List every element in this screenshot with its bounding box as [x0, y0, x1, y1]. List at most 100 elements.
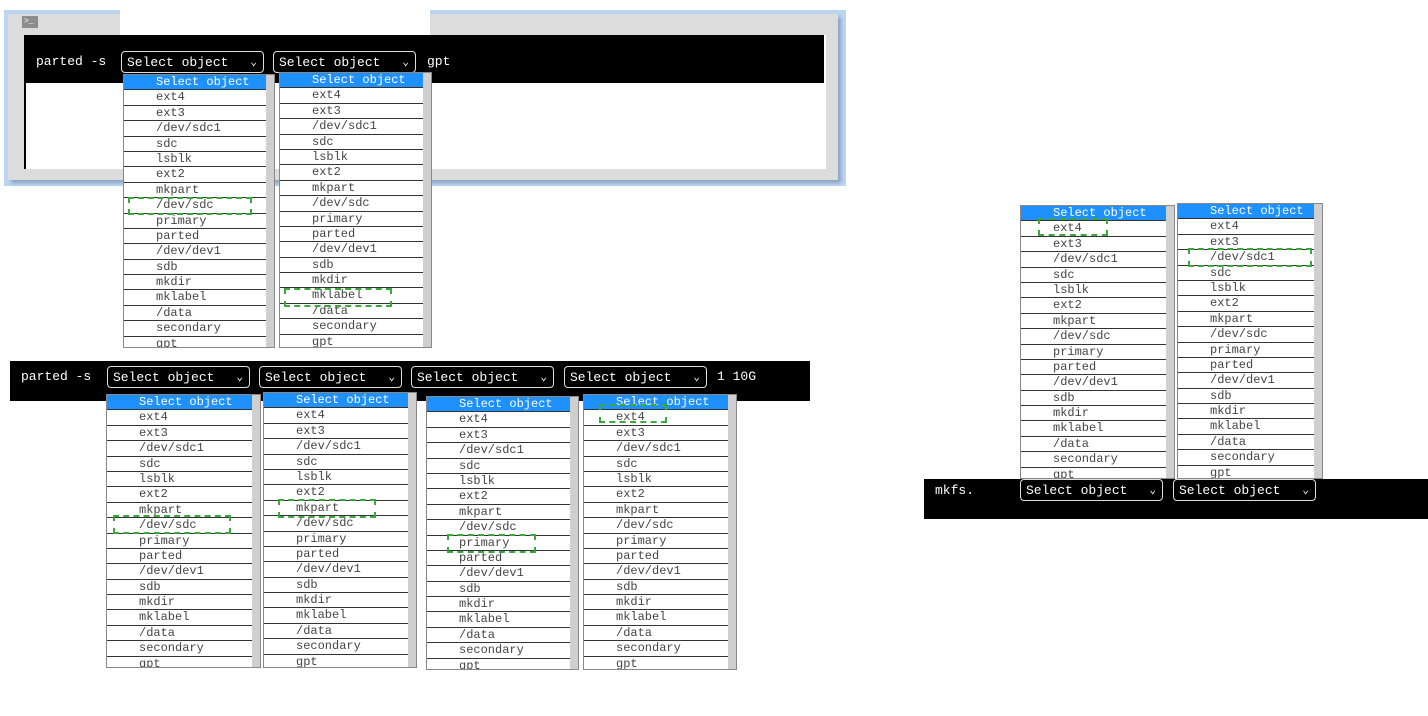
dropdown-option[interactable]: mkdir [427, 597, 578, 613]
dropdown-option[interactable]: /dev/sdc1 [1178, 250, 1322, 266]
dropdown-option[interactable]: mklabel [584, 610, 736, 626]
dropdown-option[interactable]: /dev/dev1 [427, 566, 578, 582]
dropdown-option[interactable]: mkpart [124, 183, 274, 199]
dropdown-option[interactable]: mklabel [427, 612, 578, 628]
dropdown-option[interactable]: sdc [584, 457, 736, 472]
dropdown-option[interactable]: gpt [280, 335, 431, 347]
dropdown-option[interactable]: mkpart [584, 503, 736, 519]
dropdown-option[interactable]: lsblk [427, 474, 578, 490]
dropdown-option[interactable]: /data [124, 306, 274, 322]
dropdown-option[interactable]: parted [264, 547, 416, 563]
dropdown-option[interactable]: ext2 [107, 487, 260, 503]
dropdown-option[interactable]: sdb [1178, 389, 1322, 405]
dropdown-option[interactable]: /data [584, 626, 736, 642]
dropdown-option[interactable]: ext3 [1178, 235, 1322, 251]
dropdown-option[interactable]: sdb [584, 580, 736, 596]
dropdown-option[interactable]: mklabel [107, 610, 260, 626]
dropdown-option[interactable]: secondary [264, 639, 416, 655]
q1-dropdown-list-1[interactable]: Select object ext4 ext3/dev/sdc1 sdc lsblk ex… [123, 74, 275, 348]
dropdown-option[interactable]: gpt [124, 337, 274, 347]
dropdown-option[interactable]: sdb [1021, 391, 1174, 407]
dropdown-option[interactable]: ext4 [1021, 221, 1174, 237]
dropdown-option[interactable]: ext2 [124, 167, 274, 183]
dropdown-option[interactable]: /data [1178, 435, 1322, 451]
scrollbar[interactable] [408, 393, 416, 667]
dropdown-option[interactable]: mkpart [1178, 312, 1322, 328]
q2-select-4[interactable]: Select object ⌄ [564, 366, 707, 388]
dropdown-option[interactable]: /dev/sdc1 [280, 119, 431, 135]
dropdown-option[interactable]: sdb [264, 578, 416, 594]
dropdown-option[interactable]: sdc [264, 455, 416, 470]
dropdown-option[interactable]: sdc [427, 459, 578, 474]
dropdown-option[interactable]: Select object [264, 393, 416, 409]
scrollbar[interactable] [252, 395, 260, 667]
dropdown-option[interactable]: primary [584, 534, 736, 549]
dropdown-option[interactable]: /dev/sdc [1021, 329, 1174, 345]
dropdown-option[interactable]: primary [280, 212, 431, 227]
dropdown-option[interactable]: gpt [1021, 468, 1174, 478]
dropdown-option[interactable]: sdc [1021, 268, 1174, 283]
q1-select-1[interactable]: Select object ⌄ [121, 51, 264, 73]
q1-select-2[interactable]: Select object ⌄ [273, 51, 416, 73]
dropdown-option[interactable]: sdb [124, 260, 274, 276]
dropdown-option[interactable]: primary [1021, 345, 1174, 360]
dropdown-option[interactable]: secondary [427, 643, 578, 659]
dropdown-option[interactable]: sdc [107, 457, 260, 472]
dropdown-option[interactable]: ext3 [264, 424, 416, 440]
dropdown-option[interactable]: secondary [107, 641, 260, 657]
dropdown-option[interactable]: /data [1021, 437, 1174, 453]
dropdown-option[interactable]: Select object [584, 395, 736, 411]
q3-select-2[interactable]: Select object ⌄ [1173, 479, 1316, 501]
dropdown-option[interactable]: ext4 [280, 88, 431, 104]
dropdown-option[interactable]: /dev/dev1 [264, 562, 416, 578]
dropdown-option[interactable]: ext4 [264, 408, 416, 424]
dropdown-option[interactable]: Select object [1021, 206, 1174, 222]
dropdown-option[interactable]: secondary [1178, 450, 1322, 466]
dropdown-option[interactable]: ext4 [124, 90, 274, 106]
dropdown-option[interactable]: Select object [1178, 204, 1322, 220]
q2-dropdown-list-3[interactable]: Select object ext4 ext3/dev/sdc1 sdc lsblk ex… [426, 396, 579, 670]
dropdown-option[interactable]: sdb [427, 582, 578, 598]
dropdown-option[interactable]: mkdir [584, 595, 736, 611]
q2-select-2[interactable]: Select object ⌄ [259, 366, 402, 388]
dropdown-option[interactable]: /dev/sdc [280, 196, 431, 212]
dropdown-option[interactable]: secondary [1021, 452, 1174, 468]
dropdown-option[interactable]: /dev/dev1 [124, 244, 274, 260]
dropdown-option[interactable]: lsblk [280, 150, 431, 166]
scrollbar[interactable] [728, 395, 736, 669]
dropdown-option[interactable]: primary [124, 214, 274, 229]
dropdown-option[interactable]: parted [1021, 360, 1174, 376]
dropdown-option[interactable]: /data [427, 628, 578, 644]
dropdown-option[interactable]: /dev/sdc1 [427, 443, 578, 459]
dropdown-option[interactable]: mkdir [264, 593, 416, 609]
dropdown-option[interactable]: ext2 [1021, 298, 1174, 314]
dropdown-option[interactable]: primary [427, 536, 578, 551]
dropdown-option[interactable]: /dev/sdc [124, 198, 274, 214]
dropdown-option[interactable]: /dev/dev1 [1021, 375, 1174, 391]
dropdown-option[interactable]: ext3 [584, 426, 736, 442]
dropdown-option[interactable]: /dev/dev1 [584, 564, 736, 580]
dropdown-option[interactable]: primary [264, 532, 416, 547]
dropdown-option[interactable]: ext4 [1178, 219, 1322, 235]
dropdown-option[interactable]: mkdir [1178, 404, 1322, 420]
dropdown-option[interactable]: parted [107, 549, 260, 565]
dropdown-option[interactable]: secondary [124, 321, 274, 337]
dropdown-option[interactable]: ext4 [427, 412, 578, 428]
dropdown-option[interactable]: /dev/sdc1 [264, 439, 416, 455]
dropdown-option[interactable]: mkdir [280, 273, 431, 289]
dropdown-option[interactable]: mkpart [1021, 314, 1174, 330]
dropdown-option[interactable]: lsblk [107, 472, 260, 488]
dropdown-option[interactable]: Select object [280, 73, 431, 89]
dropdown-option[interactable]: ext4 [107, 410, 260, 426]
dropdown-option[interactable]: gpt [1178, 466, 1322, 478]
scrollbar[interactable] [570, 397, 578, 669]
dropdown-option[interactable]: sdb [107, 580, 260, 596]
dropdown-option[interactable]: lsblk [584, 472, 736, 488]
dropdown-option[interactable]: ext2 [264, 485, 416, 501]
dropdown-option[interactable]: mkdir [124, 275, 274, 291]
q3-dropdown-list-2[interactable]: Select object ext4 ext3/dev/sdc1 sdc lsblk ex… [1177, 203, 1323, 479]
dropdown-option[interactable]: ext3 [124, 106, 274, 122]
dropdown-option[interactable]: mkdir [1021, 406, 1174, 422]
dropdown-option[interactable]: lsblk [264, 470, 416, 486]
dropdown-option[interactable]: primary [107, 534, 260, 549]
